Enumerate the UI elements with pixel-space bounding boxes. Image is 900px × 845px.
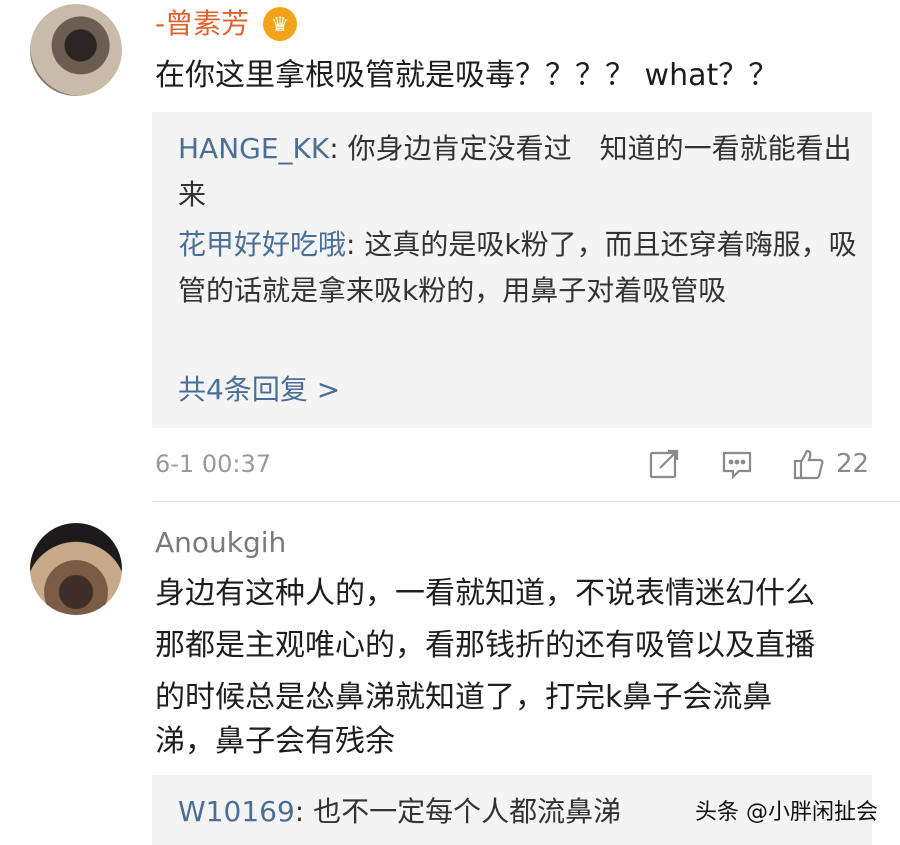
watermark: 头条 @小胖闲扯会 (695, 800, 878, 825)
reply-text: : 也不一定每个人都流鼻涕 (294, 795, 622, 828)
avatar[interactable] (30, 523, 122, 615)
more-replies-link[interactable]: 共4条回复 > (178, 370, 340, 410)
username[interactable]: -曾素芳 (155, 4, 249, 44)
username[interactable]: Anoukgih (155, 523, 286, 563)
reply-item[interactable]: 花甲好好吃哦: 这真的是吸k粉了，而且还穿着嗨服，吸管的话就是拿来吸k粉的，用鼻… (178, 222, 858, 314)
reply-author[interactable]: HANGE_KK (178, 132, 329, 165)
reply-author[interactable]: W10169 (178, 795, 295, 828)
thumbs-up-icon (792, 447, 826, 481)
reply-author[interactable]: 花甲好好吃哦 (178, 228, 346, 261)
repost-button[interactable] (648, 444, 680, 484)
comment-text-line: 身边有这种人的，一看就知道，不说表情迷幻什么 (155, 576, 815, 611)
comment-text-line: 那都是主观唯心的，看那钱折的还有吸管以及直播 (155, 628, 815, 663)
comment-timestamp: 6-1 00:37 (155, 450, 271, 478)
like-button[interactable]: 22 (792, 444, 869, 484)
comment-text-line: 涕，鼻子会有残余 (155, 724, 395, 759)
avatar[interactable] (30, 4, 122, 96)
comment-icon (721, 448, 753, 480)
repost-icon (648, 448, 680, 480)
reply-item[interactable]: HANGE_KK: 你身边肯定没看过 知道的一看就能看出来 (178, 126, 858, 218)
comment-button[interactable] (721, 444, 753, 484)
reply-box[interactable]: HANGE_KK: 你身边肯定没看过 知道的一看就能看出来 花甲好好吃哦: 这真… (152, 112, 872, 428)
crown-icon: ♛ (263, 7, 297, 41)
like-count: 22 (836, 449, 870, 479)
comment-text: 在你这里拿根吸管就是吸毒？？？？ what？？ (155, 58, 779, 93)
divider (152, 501, 900, 502)
